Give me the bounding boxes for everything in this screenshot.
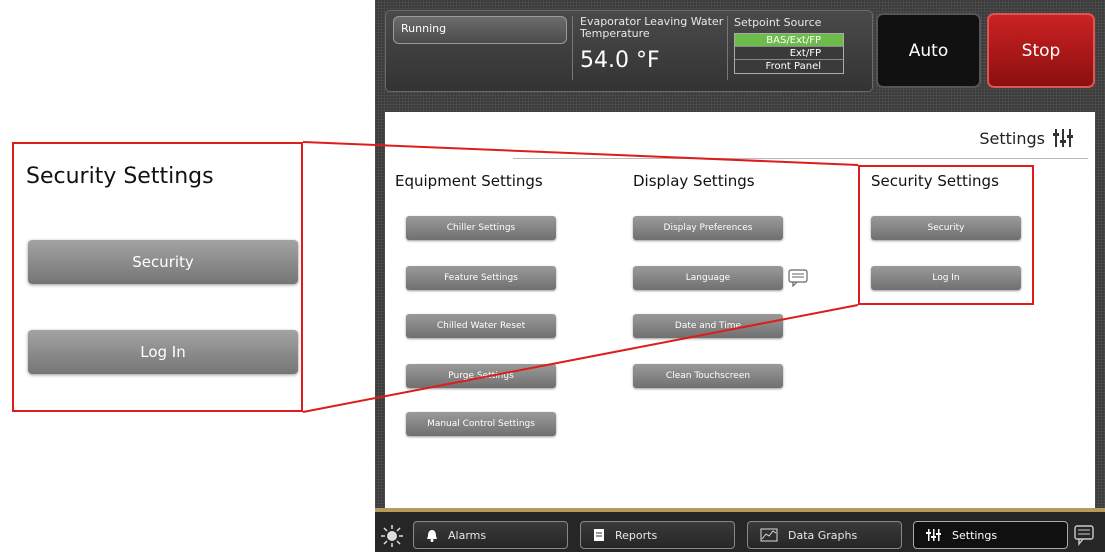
callout-security-button[interactable]: Security xyxy=(28,240,298,284)
feature-settings-button[interactable]: Feature Settings xyxy=(406,266,556,290)
sliders-icon xyxy=(926,529,941,541)
tab-settings[interactable]: Settings xyxy=(913,521,1068,549)
page-title: Settings xyxy=(979,128,1075,148)
chiller-settings-button[interactable]: Chiller Settings xyxy=(406,216,556,240)
chilled-water-reset-button[interactable]: Chilled Water Reset xyxy=(406,314,556,338)
divider xyxy=(513,158,1088,159)
comment-icon[interactable] xyxy=(788,269,808,287)
setpoint-option-bas[interactable]: BAS/Ext/FP xyxy=(735,34,843,47)
divider xyxy=(572,16,573,80)
display-preferences-button[interactable]: Display Preferences xyxy=(633,216,783,240)
auto-button[interactable]: Auto xyxy=(876,13,981,88)
highlight-box xyxy=(858,165,1034,305)
stop-button[interactable]: Stop xyxy=(987,13,1095,88)
date-and-time-button[interactable]: Date and Time xyxy=(633,314,783,338)
equipment-settings-heading: Equipment Settings xyxy=(395,172,543,190)
manual-control-settings-button[interactable]: Manual Control Settings xyxy=(406,412,556,436)
temperature-label: Evaporator Leaving Water Temperature xyxy=(580,15,724,40)
callout-heading: Security Settings xyxy=(26,164,214,189)
setpoint-source-label: Setpoint Source xyxy=(734,16,822,29)
callout-log-in-button[interactable]: Log In xyxy=(28,330,298,374)
brightness-icon[interactable] xyxy=(381,525,403,547)
tab-reports-label: Reports xyxy=(615,528,658,542)
tab-alarms-label: Alarms xyxy=(448,528,487,542)
tab-alarms[interactable]: Alarms xyxy=(413,521,568,549)
display-settings-heading: Display Settings xyxy=(633,172,755,190)
clean-touchscreen-button[interactable]: Clean Touchscreen xyxy=(633,364,783,388)
setpoint-option-ext[interactable]: Ext/FP xyxy=(735,47,843,60)
tab-data-graphs[interactable]: Data Graphs xyxy=(747,521,902,549)
setpoint-source-list: BAS/Ext/FP Ext/FP Front Panel xyxy=(734,33,844,74)
graph-icon xyxy=(760,528,778,542)
footer-bar: Alarms Reports Data Graphs Settings xyxy=(375,512,1105,552)
running-status[interactable]: Running xyxy=(393,16,567,44)
tab-settings-label: Settings xyxy=(952,528,998,542)
setpoint-option-front-panel[interactable]: Front Panel xyxy=(735,60,843,73)
bell-icon xyxy=(427,529,437,542)
sliders-icon xyxy=(1053,129,1073,147)
tab-reports[interactable]: Reports xyxy=(580,521,735,549)
divider xyxy=(727,16,728,80)
security-settings-callout: Security Settings Security Log In xyxy=(12,142,303,412)
temperature-value: 54.0 °F xyxy=(580,48,660,73)
comment-icon[interactable] xyxy=(1073,524,1095,546)
purge-settings-button[interactable]: Purge Settings xyxy=(406,364,556,388)
page-title-text: Settings xyxy=(979,128,1045,148)
document-icon xyxy=(594,529,604,541)
tab-data-graphs-label: Data Graphs xyxy=(788,528,858,542)
language-button[interactable]: Language xyxy=(633,266,783,290)
